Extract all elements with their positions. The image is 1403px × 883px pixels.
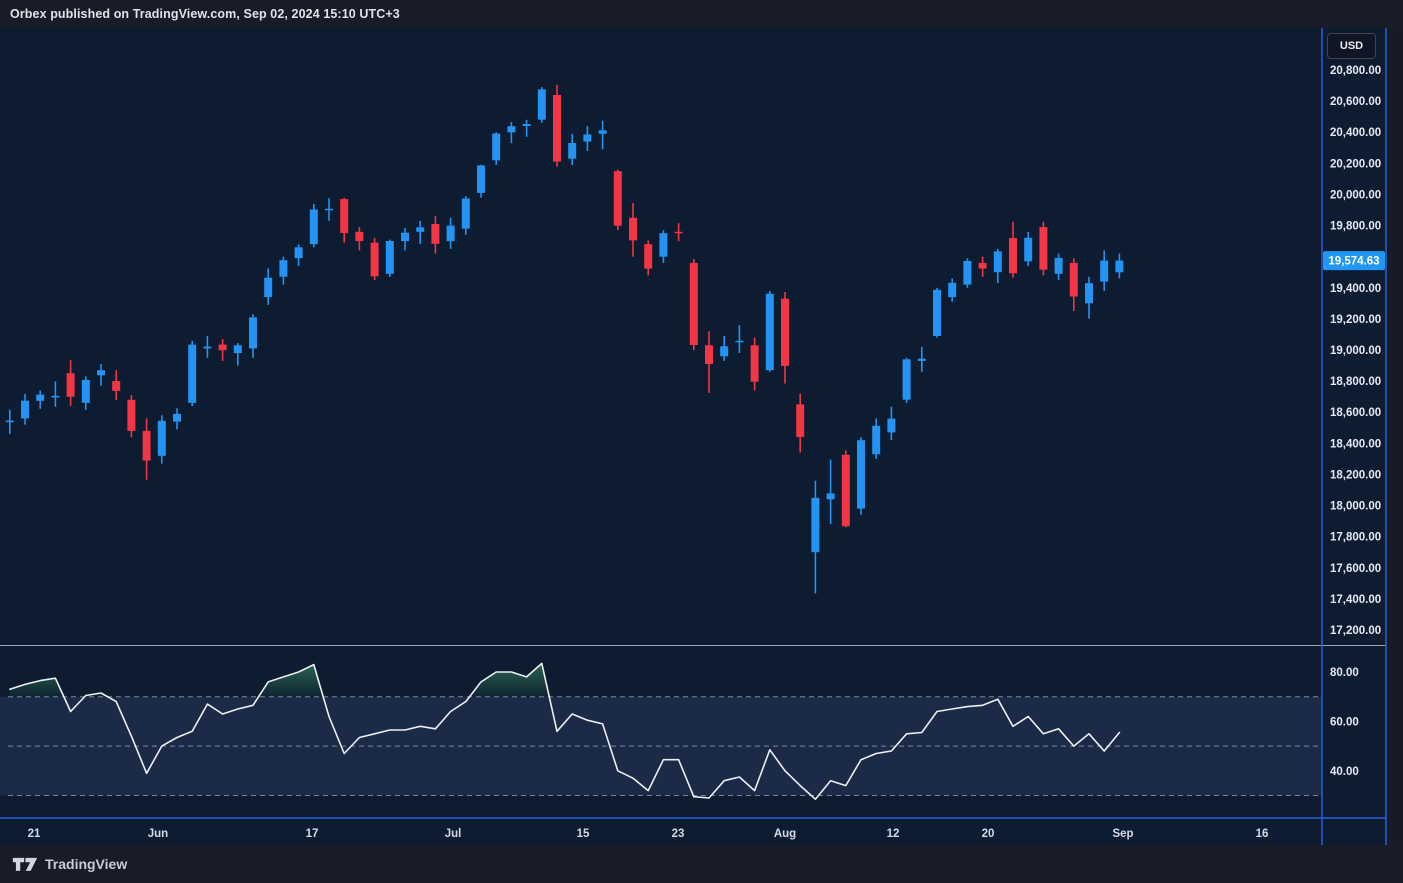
candle (857, 437, 865, 515)
tradingview-logo[interactable]: TradingView (12, 854, 127, 874)
svg-text:18,000.00: 18,000.00 (1330, 501, 1381, 513)
svg-text:17,800.00: 17,800.00 (1330, 532, 1381, 544)
candle (963, 258, 971, 288)
candle (1039, 222, 1047, 276)
tradingview-logo-icon (12, 854, 38, 874)
svg-text:20,800.00: 20,800.00 (1330, 65, 1381, 77)
svg-text:20: 20 (982, 828, 995, 840)
candle (538, 87, 546, 123)
candle (903, 358, 911, 403)
svg-text:19,800.00: 19,800.00 (1330, 221, 1381, 233)
svg-text:18,600.00: 18,600.00 (1330, 407, 1381, 419)
svg-text:17,200.00: 17,200.00 (1330, 625, 1381, 637)
svg-text:60.00: 60.00 (1330, 716, 1359, 728)
svg-text:19,200.00: 19,200.00 (1330, 314, 1381, 326)
svg-text:17,600.00: 17,600.00 (1330, 563, 1381, 575)
svg-text:19,000.00: 19,000.00 (1330, 345, 1381, 357)
svg-text:20,200.00: 20,200.00 (1330, 158, 1381, 170)
svg-text:19,574.63: 19,574.63 (1328, 256, 1379, 268)
tradingview-brand-text: TradingView (45, 856, 127, 872)
svg-text:12: 12 (887, 828, 900, 840)
svg-text:20,600.00: 20,600.00 (1330, 96, 1381, 108)
publish-text: Orbex published on TradingView.com, Sep … (10, 7, 400, 21)
svg-text:20,400.00: 20,400.00 (1330, 127, 1381, 139)
svg-text:80.00: 80.00 (1330, 667, 1359, 679)
candle (371, 238, 379, 280)
price-chart-svg[interactable]: 20,800.00 20,600.00 20,400.00 20,200.00 20,0… (0, 28, 1403, 845)
svg-text:17: 17 (306, 828, 319, 840)
svg-text:18,200.00: 18,200.00 (1330, 469, 1381, 481)
candle (386, 240, 394, 277)
svg-text:17,400.00: 17,400.00 (1330, 594, 1381, 606)
svg-text:16: 16 (1256, 828, 1269, 840)
candle (477, 165, 485, 198)
svg-text:19,400.00: 19,400.00 (1330, 283, 1381, 295)
candle (842, 450, 850, 527)
publish-bar: Orbex published on TradingView.com, Sep … (0, 0, 1403, 28)
svg-text:Sep: Sep (1112, 828, 1133, 840)
svg-text:Aug: Aug (774, 828, 796, 840)
svg-text:18,800.00: 18,800.00 (1330, 376, 1381, 388)
candle (188, 341, 196, 406)
chart-area[interactable]: 20,800.00 20,600.00 20,400.00 20,200.00 20,0… (0, 28, 1403, 845)
candle (127, 395, 135, 437)
svg-text:40.00: 40.00 (1330, 766, 1359, 778)
candle (310, 204, 318, 248)
currency-button[interactable]: USD (1327, 33, 1376, 59)
svg-text:15: 15 (577, 828, 590, 840)
svg-text:23: 23 (672, 828, 685, 840)
svg-text:20,000.00: 20,000.00 (1330, 189, 1381, 201)
candle (614, 170, 622, 231)
candle (553, 85, 561, 167)
candle (690, 259, 698, 350)
candle (766, 291, 774, 372)
svg-text:Jul: Jul (445, 828, 462, 840)
svg-text:Jun: Jun (148, 828, 168, 840)
svg-text:21: 21 (28, 828, 41, 840)
candle (492, 132, 500, 165)
last-price-tag: 19,574.63 (1323, 251, 1385, 270)
svg-text:18,400.00: 18,400.00 (1330, 438, 1381, 450)
candle (933, 288, 941, 338)
footer-bar: TradingView (0, 845, 1403, 883)
